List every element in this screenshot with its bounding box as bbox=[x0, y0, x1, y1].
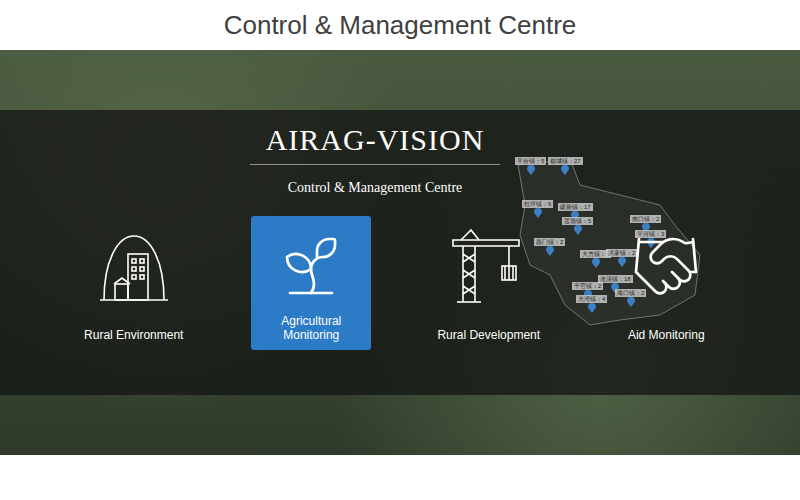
map-background: 平台镇：5都城镇：27桂坪镇：6建新镇：17莲塘镇：5南口镇：2西门镇：2大方镇… bbox=[0, 50, 800, 455]
pin-icon bbox=[527, 165, 535, 175]
pin-icon bbox=[574, 225, 582, 235]
module-card[interactable]: Agricultural Monitoring bbox=[251, 216, 371, 350]
pin-label: 海口镇：2 bbox=[615, 289, 646, 297]
page-title: Control & Management Centre bbox=[0, 0, 800, 50]
module-label: Aid Monitoring bbox=[628, 328, 705, 342]
module-label: Agricultural Monitoring bbox=[253, 314, 369, 342]
pin-label: 建新镇：17 bbox=[558, 203, 593, 211]
map-pin[interactable]: 平台镇：5 bbox=[515, 157, 546, 175]
map-pin[interactable]: 桂坪镇：6 bbox=[522, 200, 553, 218]
module-row: Rural Environment Agricultural Monitoring… bbox=[0, 216, 800, 350]
pin-label: 西门镇：2 bbox=[534, 238, 565, 246]
brand: AIRAG-VISION Control & Management Centre bbox=[250, 110, 500, 198]
module-card[interactable]: Aid Monitoring bbox=[591, 216, 741, 350]
map-pin[interactable]: 都城镇：27 bbox=[548, 157, 583, 175]
sprout-icon bbox=[275, 230, 347, 302]
pin-label: 千官镇：2 bbox=[572, 282, 603, 290]
pin-label: 道清镇：18 bbox=[598, 275, 633, 283]
pin-label: 大湾镇：4 bbox=[576, 295, 607, 303]
map-pin[interactable]: 洪家镇：2 bbox=[606, 249, 637, 267]
page: Control & Management Centre 平台镇：5都城镇：27 桂坪… bbox=[0, 0, 800, 500]
pin-icon bbox=[627, 297, 635, 307]
pin-label: 平台镇：5 bbox=[515, 157, 546, 165]
module-label: Rural Development bbox=[437, 328, 540, 342]
pin-label: 莲塘镇：5 bbox=[562, 217, 593, 225]
pin-label: 都城镇：27 bbox=[548, 157, 583, 165]
pin-icon bbox=[618, 257, 626, 267]
map-area: 平台镇：5都城镇：27桂坪镇：6建新镇：17莲塘镇：5南口镇：2西门镇：2大方镇… bbox=[510, 155, 710, 335]
pin-label: 平河镇：3 bbox=[635, 230, 666, 238]
module-card[interactable]: Rural Development bbox=[414, 216, 564, 350]
rural-environment-icon bbox=[98, 230, 170, 302]
pin-icon bbox=[561, 165, 569, 175]
map-pin[interactable]: 海口镇：2 bbox=[615, 289, 646, 307]
handshake-icon bbox=[630, 230, 702, 302]
pin-icon bbox=[592, 258, 600, 268]
module-card[interactable]: Rural Environment bbox=[59, 216, 209, 350]
brand-divider bbox=[250, 164, 500, 165]
map-pin[interactable]: 西门镇：2 bbox=[534, 238, 565, 256]
pin-icon bbox=[534, 208, 542, 218]
map-pin[interactable]: 大湾镇：4 bbox=[576, 295, 607, 313]
pin-label: 桂坪镇：6 bbox=[522, 200, 553, 208]
brand-subtitle: Control & Management Centre bbox=[288, 177, 463, 198]
module-label: Rural Environment bbox=[84, 328, 183, 342]
brand-name: AIRAG-VISION bbox=[266, 120, 485, 160]
banner: 平台镇：5都城镇：27桂坪镇：6建新镇：17莲塘镇：5南口镇：2西门镇：2大方镇… bbox=[0, 110, 800, 395]
pin-icon bbox=[546, 246, 554, 256]
pin-label: 南口镇：2 bbox=[630, 215, 661, 223]
pin-label: 洪家镇：2 bbox=[606, 249, 637, 257]
crane-icon bbox=[449, 226, 529, 306]
pin-icon bbox=[588, 303, 596, 313]
map-pin[interactable]: 莲塘镇：5 bbox=[562, 217, 593, 235]
